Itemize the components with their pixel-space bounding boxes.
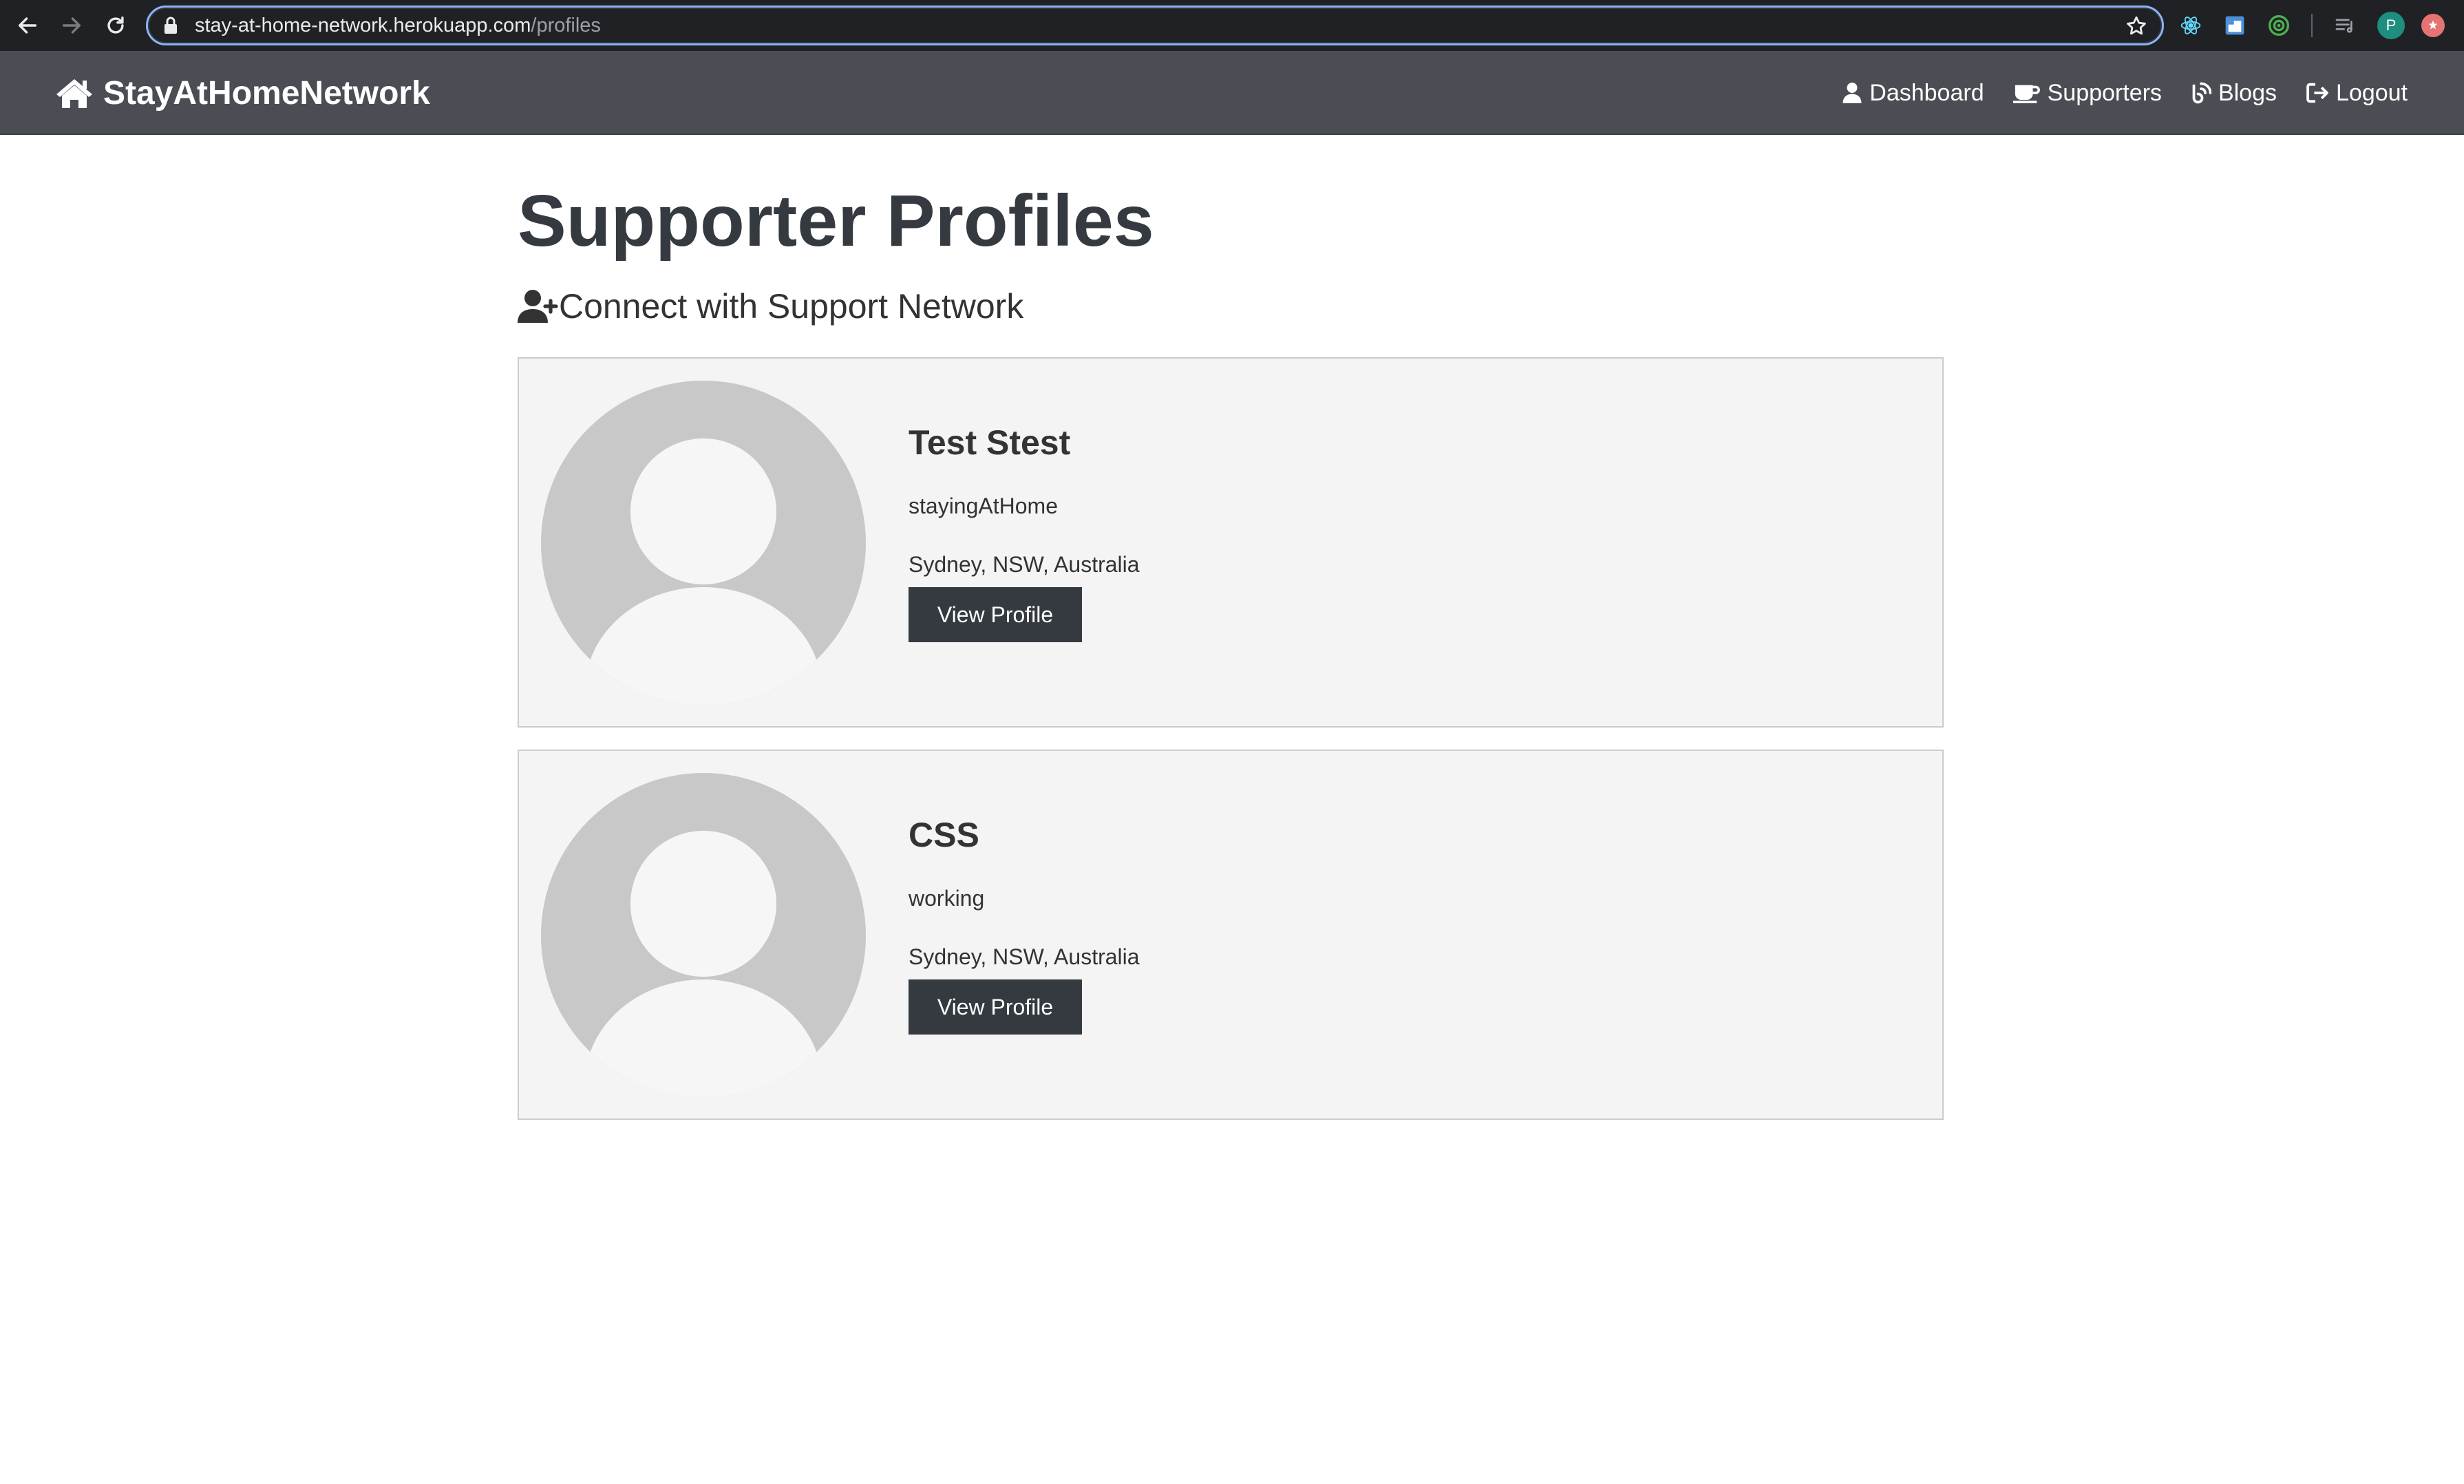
avatar xyxy=(541,381,866,706)
toolbar-separator xyxy=(2311,14,2313,37)
nav-dashboard[interactable]: Dashboard xyxy=(1842,80,1984,107)
nav-supporters[interactable]: Supporters xyxy=(2012,79,2162,107)
extension-badge-icon[interactable] xyxy=(2421,14,2445,37)
nav-links: Dashboard Supporters Blogs Logout xyxy=(1813,51,2408,135)
lead-text: Connect with Support Network xyxy=(518,286,1023,326)
bookmark-star-icon[interactable] xyxy=(2125,14,2148,38)
blog-icon xyxy=(2192,82,2211,104)
url-text: stay-at-home-network.herokuapp.com/profi… xyxy=(195,14,601,37)
brand-link[interactable]: StayAtHomeNetwork xyxy=(55,51,430,135)
calendar-extension-icon[interactable] xyxy=(2223,14,2247,37)
nav-logout[interactable]: Logout xyxy=(2306,80,2408,107)
user-plus-icon xyxy=(518,290,558,323)
react-devtools-icon[interactable] xyxy=(2179,14,2202,37)
nav-blogs[interactable]: Blogs xyxy=(2191,80,2277,107)
nav-logout-label: Logout xyxy=(2336,79,2408,106)
profile-name: Test Stest xyxy=(909,423,1071,462)
browser-toolbar: stay-at-home-network.herokuapp.com/profi… xyxy=(0,0,2464,51)
nav-supporters-label: Supporters xyxy=(2047,79,2162,106)
forward-icon[interactable] xyxy=(50,0,94,51)
profile-status: stayingAtHome xyxy=(909,494,1058,518)
extension-icons: P xyxy=(2179,0,2445,51)
sign-out-icon xyxy=(2306,83,2328,103)
profile-status: working xyxy=(909,886,985,911)
profile-card: Test Stest stayingAtHome Sydney, NSW, Au… xyxy=(518,357,1944,728)
back-icon[interactable] xyxy=(6,0,50,51)
profile-card: CSS working Sydney, NSW, Australia View … xyxy=(518,750,1944,1120)
nav-blogs-label: Blogs xyxy=(2218,79,2277,106)
url-path: /profiles xyxy=(531,14,601,36)
site-navbar: StayAtHomeNetwork Dashboard Supporters B… xyxy=(0,51,2464,135)
profile-location: Sydney, NSW, Australia xyxy=(909,552,1140,577)
profile-info: CSS working Sydney, NSW, Australia View … xyxy=(909,814,1140,1035)
avatar xyxy=(541,773,866,1098)
home-icon xyxy=(56,79,92,108)
url-host: stay-at-home-network.herokuapp.com xyxy=(195,14,531,36)
target-extension-icon[interactable] xyxy=(2267,14,2291,37)
view-profile-button[interactable]: View Profile xyxy=(909,979,1082,1035)
address-bar[interactable]: stay-at-home-network.herokuapp.com/profi… xyxy=(146,6,2164,45)
media-queue-icon[interactable] xyxy=(2333,14,2357,37)
lead-label: Connect with Support Network xyxy=(559,287,1024,326)
nav-dashboard-label: Dashboard xyxy=(1869,79,1984,106)
reload-icon[interactable] xyxy=(94,0,138,51)
user-icon xyxy=(1842,83,1862,103)
brand-name: StayAtHomeNetwork xyxy=(103,74,430,112)
profile-info: Test Stest stayingAtHome Sydney, NSW, Au… xyxy=(909,422,1140,642)
page-title: Supporter Profiles xyxy=(518,180,1154,262)
lock-icon xyxy=(163,15,181,36)
profile-name: CSS xyxy=(909,816,979,854)
coffee-icon xyxy=(2012,85,2040,103)
view-profile-button[interactable]: View Profile xyxy=(909,587,1082,642)
profile-location: Sydney, NSW, Australia xyxy=(909,944,1140,969)
browser-profile-avatar[interactable]: P xyxy=(2377,12,2405,39)
